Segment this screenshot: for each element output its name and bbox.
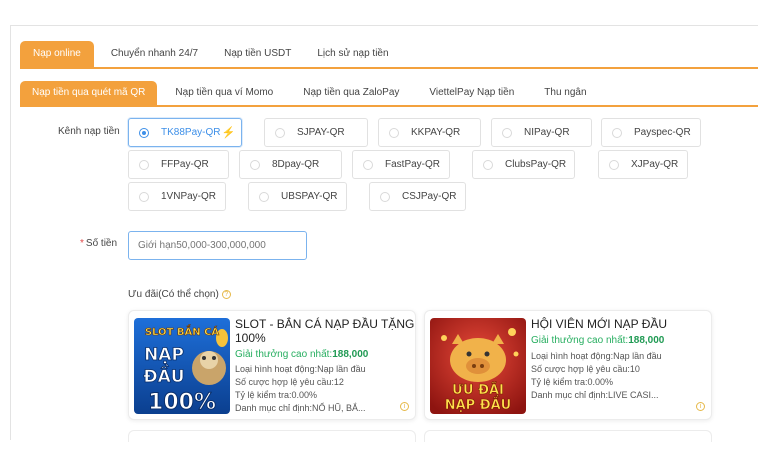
offer-check-rate: Tỷ lệ kiểm tra:0.00% (531, 377, 614, 387)
primary-tabs: Nạp online Chuyển nhanh 24/7 Nạp tiền US… (20, 40, 406, 68)
channel-option-tk88pay[interactable]: TK88Pay-QR ⚡ (128, 118, 242, 147)
secondary-tabs: Nạp tiền qua quét mã QR Nạp tiền qua ví … (20, 80, 605, 106)
radio-icon (275, 127, 285, 138)
channel-option-fastpay[interactable]: FastPay-QR (352, 150, 450, 179)
tab-zalopay-deposit[interactable]: Nạp tiền qua ZaloPay (291, 81, 411, 105)
banner-text: NẠP ĐẦU (445, 395, 512, 413)
tab-fast-transfer[interactable]: Chuyển nhanh 24/7 (102, 41, 207, 67)
radio-icon (483, 159, 493, 170)
channel-name: 1VNPay-QR (161, 191, 217, 202)
channel-option-xjpay[interactable]: XJPay-QR (598, 150, 688, 179)
offer-bonus: Giải thưởng cao nhất:188,000 (235, 349, 368, 360)
channel-option-clubspay[interactable]: ClubsPay-QR (472, 150, 575, 179)
amount-label: Số tiền (85, 238, 118, 249)
tab-qr-deposit[interactable]: Nạp tiền qua quét mã QR (20, 81, 158, 105)
channel-name: FastPay-QR (385, 159, 441, 170)
channel-name: UBSPAY-QR (281, 191, 338, 202)
amount-label-wrap: * Số tiền (80, 238, 117, 249)
offer-category: Danh mục chỉ định:NỔ HŨ, BẮ... (235, 403, 366, 413)
info-icon[interactable]: i (696, 402, 705, 411)
offer-banner-image: SLOT BẮN CÁ NẠP ĐẦU 100% (134, 318, 230, 414)
radio-icon (380, 191, 390, 202)
bonus-label: Giải thưởng cao nhất: (531, 335, 629, 346)
radio-icon (139, 159, 149, 170)
offers-heading: Ưu đãi(Có thể chọn) ? (128, 289, 231, 300)
banner-text: NẠP (144, 345, 184, 365)
channel-option-kkpay[interactable]: KKPAY-QR (378, 118, 481, 147)
offer-wager: Số cược hợp lệ yêu cầu:12 (235, 377, 344, 387)
offer-type: Loại hình hoạt động:Nạp lần đầu (531, 351, 662, 361)
offer-wager: Số cược hợp lệ yêu cầu:10 (531, 364, 640, 374)
channel-name: KKPAY-QR (411, 127, 461, 138)
channel-name: CSJPay-QR (402, 191, 457, 202)
channel-name: FFPay-QR (161, 159, 209, 170)
question-circle-icon[interactable]: ? (221, 290, 231, 299)
offer-card-new-member[interactable]: ƯU ĐÃI NẠP ĐẦU HỘI VIÊN MỚI NẠP ĐẦU Giải… (424, 310, 712, 420)
channel-name: SJPAY-QR (297, 127, 345, 138)
channel-option-nipay[interactable]: NIPay-QR (491, 118, 592, 147)
offer-check-rate: Tỷ lệ kiểm tra:0.00% (235, 390, 318, 400)
bonus-label: Giải thưởng cao nhất: (235, 349, 333, 360)
radio-icon (389, 127, 399, 138)
tab-cashier[interactable]: Thu ngân (532, 81, 598, 105)
channel-option-8dpay[interactable]: 8Dpay-QR (239, 150, 342, 179)
channel-option-1vnpay[interactable]: 1VNPay-QR (128, 182, 226, 211)
banner-text: 100% (148, 390, 216, 414)
offer-title: HỘI VIÊN MỚI NẠP ĐẦU (531, 317, 668, 331)
channel-name: XJPay-QR (631, 159, 679, 170)
channel-label: Kênh nạp tiền (58, 126, 120, 137)
channel-name: Payspec-QR (634, 127, 691, 138)
offers-label: Ưu đãi(Có thể chọn) (128, 289, 219, 300)
offer-banner-image: ƯU ĐÃI NẠP ĐẦU (430, 318, 526, 414)
offer-bonus: Giải thưởng cao nhất:188,000 (531, 335, 664, 346)
channel-option-ubspay[interactable]: UBSPAY-QR (248, 182, 347, 211)
secondary-tabs-underline (20, 105, 758, 107)
radio-icon (250, 159, 260, 170)
tab-deposit-history[interactable]: Lịch sử nạp tiền (308, 41, 397, 67)
radio-icon (609, 159, 619, 170)
radio-icon (259, 191, 269, 202)
offer-type: Loại hình hoạt động:Nạp lần đầu (235, 364, 366, 374)
radio-icon (139, 127, 149, 138)
banner-text: ƯU ĐÃI (452, 382, 504, 398)
radio-icon (139, 191, 149, 202)
channel-name: NIPay-QR (524, 127, 570, 138)
primary-tabs-underline (20, 67, 758, 69)
required-asterisk: * (80, 238, 84, 249)
channel-option-payspec[interactable]: Payspec-QR (601, 118, 701, 147)
tab-momo-deposit[interactable]: Nạp tiền qua ví Momo (163, 81, 285, 105)
tab-viettelpay-deposit[interactable]: ViettelPay Nạp tiền (417, 81, 526, 105)
tab-usdt-deposit[interactable]: Nạp tiền USDT (215, 41, 300, 67)
bonus-value: 188,000 (628, 335, 665, 346)
radio-icon (502, 127, 512, 138)
offer-card-partial[interactable] (424, 430, 712, 442)
offer-title: SLOT - BẮN CÁ NẠP ĐẦU TẶNG 100% (235, 317, 415, 345)
offer-card-partial[interactable] (128, 430, 416, 442)
offer-card-slot-fish[interactable]: SLOT BẮN CÁ NẠP ĐẦU 100% SLOT - BẮN CÁ N… (128, 310, 416, 420)
channel-option-ffpay[interactable]: FFPay-QR (128, 150, 229, 179)
amount-input[interactable] (128, 231, 307, 260)
channel-name: ClubsPay-QR (505, 159, 567, 170)
tab-online-deposit[interactable]: Nạp online (20, 41, 94, 67)
lightning-icon: ⚡ (221, 127, 236, 139)
channel-name: 8Dpay-QR (272, 159, 320, 170)
radio-icon (612, 127, 622, 138)
channel-name: TK88Pay-QR (161, 127, 221, 138)
channel-option-sjpay[interactable]: SJPAY-QR (264, 118, 368, 147)
offer-category: Danh mục chỉ định:LIVE CASI... (531, 390, 659, 400)
info-icon[interactable]: i (400, 402, 409, 411)
banner-text: ĐẦU (143, 363, 184, 387)
channel-option-csjpay[interactable]: CSJPay-QR (369, 182, 466, 211)
radio-icon (363, 159, 373, 170)
bonus-value: 188,000 (332, 349, 369, 360)
